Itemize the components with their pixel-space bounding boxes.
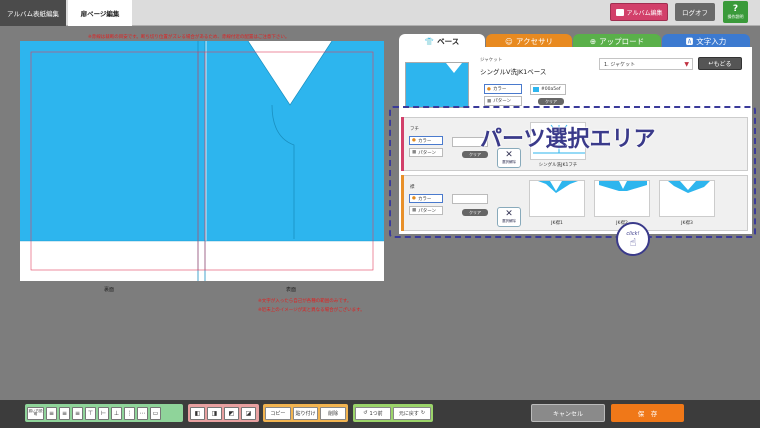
send-back-icon[interactable]: ◪ [241, 406, 256, 420]
base-color-label: カラー [492, 87, 507, 92]
edit-tools: コピー 貼り付け 削除 [263, 404, 348, 422]
canvas-note-1: ※文字が入ったら自己が各種の範囲のみです。 [258, 299, 352, 304]
align-center-icon[interactable]: ≡ [59, 406, 70, 420]
back-button-label: もどる [713, 61, 732, 68]
base-color-button[interactable]: ● カラー [484, 84, 522, 94]
align-help-button[interactable]: 揃い方説明 [27, 406, 44, 420]
undo-icon: ↺ [363, 410, 368, 416]
text-icon: 🅰 [685, 36, 694, 46]
logoff-button[interactable]: ログオフ [675, 3, 715, 21]
delete-button[interactable]: 削除 [320, 406, 347, 420]
bring-front-icon[interactable]: ◧ [190, 406, 205, 420]
album-edit-button[interactable]: アルバム編集 [610, 3, 668, 21]
book-icon [615, 8, 624, 16]
same-size-icon[interactable]: ▭ [150, 406, 161, 420]
history-tools: ↺ 1つ前 元に戻す ↻ [353, 404, 433, 422]
part-select[interactable]: 1. ジャケット ▼ [599, 58, 693, 70]
layer-tools: ◧ ◨ ◩ ◪ [188, 404, 259, 422]
design-canvas[interactable] [20, 41, 384, 281]
help-label: 操作説明 [727, 13, 744, 19]
jacket-preview [20, 41, 384, 281]
upload-icon: ⊕ [589, 36, 597, 46]
bring-forward-icon[interactable]: ◨ [207, 406, 222, 420]
click-hint-stamp: click! ☝ [616, 222, 650, 256]
canvas-warning: ※赤線は裁断の目安です。断ち切り位置がズレる場合があるため、赤線付近の配置はご注… [88, 35, 290, 40]
tab-upload-label: アップロード [599, 36, 645, 46]
redo-icon: ↻ [420, 410, 426, 416]
send-backward-icon[interactable]: ◩ [224, 406, 239, 420]
tab-page-edit[interactable]: 扉ページ編集 [68, 0, 132, 26]
save-button[interactable]: 保 存 [611, 404, 684, 422]
base-item-name: シングルV洗JK1ベース [480, 68, 547, 76]
undo-button[interactable]: ↺ 1つ前 [355, 406, 391, 420]
distribute-h-icon[interactable]: ⋮ [124, 406, 135, 420]
front-side-label: 表面 [286, 287, 297, 293]
base-color-value[interactable]: #00a5ef [530, 84, 566, 95]
tab-accessory[interactable]: ☺ アクセサリ [486, 34, 572, 48]
align-top-icon[interactable]: ⊤ [85, 406, 96, 420]
base-clear-button[interactable]: クリア [538, 98, 564, 105]
align-right-icon[interactable]: ≡ [72, 406, 83, 420]
palette-icon: ● [487, 86, 491, 92]
chevron-down-icon: ▼ [684, 60, 689, 68]
base-thumb-collar [446, 63, 462, 73]
align-middle-icon[interactable]: ⊢ [98, 406, 109, 420]
pattern-icon: ■ [487, 98, 492, 104]
cancel-button[interactable]: キャンセル [531, 404, 605, 422]
help-button[interactable]: ? 操作説明 [723, 1, 748, 23]
copy-button[interactable]: コピー [265, 406, 291, 420]
base-color-hex: #00a5ef [541, 87, 561, 92]
redo-button[interactable]: 元に戻す ↻ [393, 406, 431, 420]
align-left-icon[interactable]: ≡ [46, 406, 57, 420]
tab-text-input-label: 文字入力 [696, 36, 727, 46]
smile-icon: ☺ [505, 36, 513, 46]
parts-selection-area-title: パーツ選択エリア [480, 127, 656, 152]
tab-accessory-label: アクセサリ [515, 36, 553, 46]
tab-upload[interactable]: ⊕ アップロード [573, 34, 661, 48]
back-button[interactable]: ↩ もどる [698, 57, 742, 70]
tab-album-cover[interactable]: アルバム表紙編集 [0, 0, 66, 26]
base-category: ジャケット [480, 58, 503, 63]
base-thumbnail[interactable] [405, 62, 469, 108]
color-swatch [533, 87, 539, 92]
pointer-hand-icon: ☝ [629, 235, 637, 249]
base-pattern-label: パターン [493, 99, 512, 104]
part-select-value: 1. ジャケット [604, 61, 636, 68]
redo-label: 元に戻す [398, 410, 419, 417]
album-edit-label: アルバム編集 [626, 9, 663, 17]
tab-text-input[interactable]: 🅰 文字入力 [662, 34, 750, 48]
align-bottom-icon[interactable]: ⊥ [111, 406, 122, 420]
distribute-v-icon[interactable]: ⋯ [137, 406, 148, 420]
tab-base-label: ベース [437, 37, 460, 46]
align-tools: 揃い方説明 ≡ ≡ ≡ ⊤ ⊢ ⊥ ⋮ ⋯ ▭ [25, 404, 183, 422]
base-pattern-button[interactable]: ■ パターン [484, 96, 522, 106]
paste-button[interactable]: 貼り付け [292, 406, 319, 420]
undo-label: 1つ前 [369, 410, 383, 417]
canvas-note-2: ※近未上のイメージが実と異なる場合がございます。 [258, 308, 365, 313]
back-side-label: 裏面 [104, 287, 115, 293]
shirt-icon: 👕 [424, 37, 435, 46]
